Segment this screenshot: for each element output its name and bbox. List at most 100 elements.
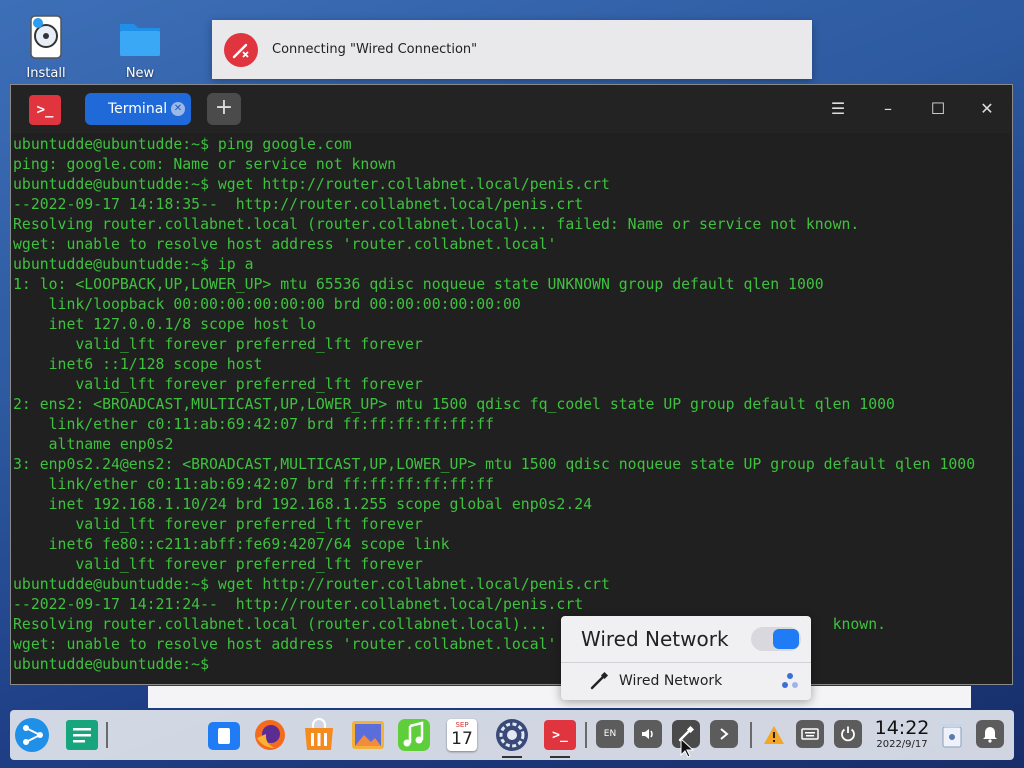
terminal-line: inet6 fe80::c211:abff:fe69:4207/64 scope…	[13, 536, 450, 553]
terminal-line: valid_lft forever preferred_lft forever	[13, 376, 423, 393]
control-center-button[interactable]	[494, 717, 530, 753]
chevron-right-icon	[720, 728, 729, 740]
terminal-line: ubuntudde@ubuntudde:~$	[13, 656, 218, 673]
terminal-icon: >_	[544, 720, 576, 750]
desktop-icon-new-folder[interactable]: New	[110, 14, 170, 81]
app-store-button[interactable]	[206, 717, 242, 753]
calendar-day: 17	[451, 729, 473, 749]
terminal-window[interactable]: >_ Terminal ✕ + ☰ – ☐ ✕ ubuntudde@ubuntu…	[10, 84, 1013, 685]
volume-button[interactable]	[634, 720, 662, 748]
settings-gear-icon	[496, 719, 528, 751]
keyboard-layout-indicator[interactable]: EN	[596, 720, 624, 748]
notification-toast[interactable]: Connecting "Wired Connection"	[212, 20, 812, 79]
image-viewer-icon	[352, 721, 384, 749]
image-viewer-button[interactable]	[350, 717, 386, 753]
warning-button[interactable]	[756, 717, 792, 753]
terminal-line: valid_lft forever preferred_lft forever	[13, 516, 423, 533]
terminal-line: --2022-09-17 14:21:24-- http://router.co…	[13, 596, 584, 613]
terminal-line: wget: unable to resolve host address 'ro…	[13, 236, 557, 253]
onscreen-keyboard-button[interactable]	[796, 720, 824, 748]
mouse-cursor-icon	[680, 737, 695, 762]
terminal-line: wget: unable to resolve host address 'ro…	[13, 636, 557, 653]
background-window	[148, 686, 971, 708]
taskbar-separator	[585, 722, 587, 748]
terminal-line: valid_lft forever preferred_lft forever	[13, 336, 423, 353]
terminal-line: ping: google.com: Name or service not kn…	[13, 156, 397, 173]
terminal-line: link/ether c0:11:ab:69:42:07 brd ff:ff:f…	[13, 416, 495, 433]
desktop-icon-label: Install	[26, 66, 66, 81]
wired-network-item[interactable]: Wired Network	[561, 663, 811, 699]
running-indicator	[502, 756, 522, 758]
network-popup[interactable]: Wired Network Wired Network	[561, 616, 811, 700]
minimize-button[interactable]: –	[876, 97, 900, 121]
power-button[interactable]	[834, 720, 862, 748]
desktop-icon-install[interactable]: Install	[16, 14, 76, 81]
notification-center-button[interactable]	[976, 720, 1004, 748]
firefox-button[interactable]	[252, 717, 288, 753]
terminal-line: inet 192.168.1.10/24 brd 192.168.1.255 s…	[13, 496, 593, 513]
terminal-line: ubuntudde@ubuntudde:~$ ping google.com	[13, 136, 352, 153]
terminal-line: inet6 ::1/128 scope host	[13, 356, 263, 373]
terminal-titlebar[interactable]: >_ Terminal ✕ + ☰ – ☐ ✕	[11, 85, 1012, 133]
expand-tray-button[interactable]	[710, 720, 738, 748]
terminal-taskbar-button[interactable]: >_	[542, 717, 578, 753]
terminal-line: Resolving router.collabnet.local (router…	[13, 216, 860, 233]
terminal-output[interactable]: ubuntudde@ubuntudde:~$ ping google.com pi…	[13, 135, 1012, 684]
menu-button[interactable]: ☰	[826, 97, 850, 121]
installer-icon	[24, 14, 68, 62]
maximize-button[interactable]: ☐	[926, 97, 950, 121]
clock-widget[interactable]: 14:22 2022/9/17	[874, 717, 930, 750]
music-icon	[398, 719, 430, 751]
terminal-line: link/ether c0:11:ab:69:42:07 brd ff:ff:f…	[13, 476, 495, 493]
firefox-icon	[255, 720, 285, 750]
taskbar-separator	[106, 722, 108, 748]
calendar-icon: SEP 17	[447, 719, 477, 751]
terminal-line: link/loopback 00:00:00:00:00:00 brd 00:0…	[13, 296, 521, 313]
terminal-line: valid_lft forever preferred_lft forever	[13, 556, 423, 573]
terminal-line: --2022-09-17 14:18:35-- http://router.co…	[13, 196, 584, 213]
warning-icon	[764, 726, 784, 744]
active-app-indicator	[550, 756, 570, 758]
trash-button[interactable]	[934, 717, 970, 753]
power-icon	[841, 726, 855, 742]
new-tab-button[interactable]: +	[207, 93, 241, 125]
terminal-line: 3: enp0s2.24@ens2: <BROADCAST,MULTICAST,…	[13, 456, 976, 473]
tab-close-icon[interactable]: ✕	[171, 102, 185, 116]
terminal-app-icon[interactable]: >_	[29, 95, 61, 125]
terminal-line: 2: ens2: <BROADCAST,MULTICAST,UP,LOWER_U…	[13, 396, 895, 413]
clock-time: 14:22	[874, 717, 930, 739]
deepin-store-button[interactable]	[301, 717, 337, 753]
multitask-icon	[66, 720, 98, 750]
clock-date: 2022/9/17	[876, 739, 928, 750]
terminal-line: altname enp0s2	[13, 436, 174, 453]
terminal-line: ubuntudde@ubuntudde:~$ wget http://route…	[13, 576, 610, 593]
terminal-line: Resolving router.collabnet.local (router…	[13, 616, 887, 633]
network-disconnected-icon	[224, 32, 258, 67]
taskbar-separator	[750, 722, 752, 748]
tab-terminal[interactable]: Terminal ✕	[85, 93, 191, 125]
shopping-bag-icon	[305, 718, 333, 750]
calendar-month: SEP	[455, 721, 469, 729]
music-button[interactable]	[396, 717, 432, 753]
calendar-button[interactable]: SEP 17	[444, 717, 480, 753]
loading-spinner-icon	[781, 672, 799, 690]
terminal-line: ubuntudde@ubuntudde:~$ wget http://route…	[13, 176, 610, 193]
terminal-line: inet 127.0.0.1/8 scope host lo	[13, 316, 316, 333]
wired-network-toggle[interactable]	[751, 627, 801, 651]
toggle-knob	[773, 629, 799, 649]
terminal-line: 1: lo: <LOOPBACK,UP,LOWER_UP> mtu 65536 …	[13, 276, 824, 293]
notification-text: Connecting "Wired Connection"	[272, 42, 478, 57]
multitask-view-button[interactable]	[64, 717, 100, 753]
taskbar: SEP 17 >_ EN 14:22 2022/9/17	[10, 710, 1014, 760]
tab-label: Terminal	[108, 101, 168, 117]
volume-icon	[642, 729, 653, 739]
close-button[interactable]: ✕	[975, 97, 999, 121]
wired-network-label: Wired Network	[619, 673, 723, 689]
launcher-button[interactable]	[14, 717, 50, 753]
folder-icon	[118, 14, 162, 62]
launcher-icon	[15, 718, 49, 752]
store-icon	[208, 722, 240, 750]
trash-icon	[942, 724, 962, 748]
desktop-icon-label: New	[125, 66, 155, 81]
bell-icon	[983, 727, 997, 743]
